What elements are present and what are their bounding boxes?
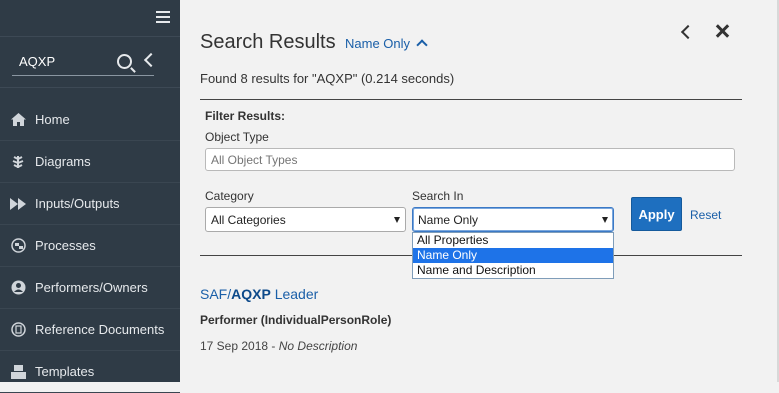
object-type-label: Object Type: [205, 130, 269, 144]
search-input[interactable]: [17, 53, 121, 70]
result-separator: -: [268, 339, 279, 353]
result-meta: 17 Sep 2018 - No Description: [200, 339, 357, 353]
search-mode-toggle[interactable]: Name Only: [345, 36, 428, 51]
sidebar-item-home[interactable]: Home: [0, 99, 180, 141]
dropdown-arrow-icon: [394, 217, 400, 223]
sidebar-item-processes[interactable]: Processes: [0, 225, 180, 267]
result-description: No Description: [278, 339, 358, 353]
page-title: Search Results: [200, 31, 336, 53]
search-icon[interactable]: [117, 54, 132, 69]
sidebar-item-label: Home: [35, 112, 70, 127]
sidebar-item-templates[interactable]: Templates: [0, 351, 180, 393]
search-in-dropdown: All Properties Name Only Name and Descri…: [412, 232, 614, 279]
fast-forward-icon: [10, 196, 26, 212]
divider: [200, 99, 742, 100]
sidebar-item-diagrams[interactable]: Diagrams: [0, 141, 180, 183]
sidebar-item-performers-owners[interactable]: Performers/Owners: [0, 267, 180, 309]
sidebar-nav: Home Diagrams Inputs/Outputs Processes P…: [0, 99, 180, 393]
document-icon: [10, 322, 26, 338]
dropdown-option[interactable]: All Properties: [413, 233, 613, 248]
sidebar-item-label: Processes: [35, 238, 96, 253]
sidebar-item-label: Templates: [35, 364, 95, 379]
search-field: [12, 49, 159, 76]
sidebar-item-label: Performers/Owners: [35, 280, 148, 295]
diagram-icon: [10, 154, 26, 170]
sidebar-item-label: Inputs/Outputs: [35, 196, 120, 211]
dropdown-option[interactable]: Name and Description: [413, 263, 613, 278]
sidebar: Home Diagrams Inputs/Outputs Processes P…: [0, 0, 180, 393]
sidebar-header: [0, 0, 180, 37]
result-title-suffix: Leader: [270, 286, 319, 302]
reset-link[interactable]: Reset: [690, 208, 721, 222]
home-icon: [10, 112, 26, 128]
result-title-match: AQXP: [231, 286, 271, 302]
close-icon[interactable]: [714, 23, 730, 39]
apply-button[interactable]: Apply: [631, 197, 682, 231]
search-in-select[interactable]: Name Only: [412, 207, 614, 232]
object-type-input[interactable]: [205, 148, 735, 171]
user-circle-icon: [10, 280, 26, 296]
sidebar-search: [0, 37, 180, 88]
search-mode-label: Name Only: [345, 36, 411, 51]
sidebar-item-label: Reference Documents: [35, 322, 165, 337]
chevron-up-icon: [416, 39, 428, 51]
dropdown-arrow-icon: [602, 217, 608, 223]
filter-heading: Filter Results:: [205, 109, 286, 123]
result-type: Performer (IndividualPersonRole): [200, 313, 392, 327]
search-in-label: Search In: [412, 189, 464, 203]
collapse-sidebar-icon[interactable]: [143, 52, 159, 68]
search-in-value: Name Only: [418, 213, 479, 227]
results-summary: Found 8 results for "AQXP" (0.214 second…: [200, 71, 455, 86]
result-title-link[interactable]: SAF/AQXP Leader: [200, 286, 318, 302]
hamburger-menu-icon[interactable]: [156, 11, 170, 23]
category-select[interactable]: All Categories: [205, 207, 406, 232]
sidebar-item-label: Diagrams: [35, 154, 91, 169]
result-date: 17 Sep 2018: [200, 339, 269, 353]
sidebar-item-inputs-outputs[interactable]: Inputs/Outputs: [0, 183, 180, 225]
dropdown-option[interactable]: Name Only: [413, 248, 613, 263]
category-label: Category: [205, 189, 254, 203]
category-value: All Categories: [211, 213, 286, 227]
template-icon: [10, 364, 26, 380]
result-title-prefix: SAF/: [200, 286, 232, 302]
process-icon: [10, 238, 26, 254]
search-results-panel: Search Results Name Only Found 8 results…: [180, 0, 779, 382]
sidebar-item-reference-documents[interactable]: Reference Documents: [0, 309, 180, 351]
back-icon[interactable]: [679, 25, 693, 39]
